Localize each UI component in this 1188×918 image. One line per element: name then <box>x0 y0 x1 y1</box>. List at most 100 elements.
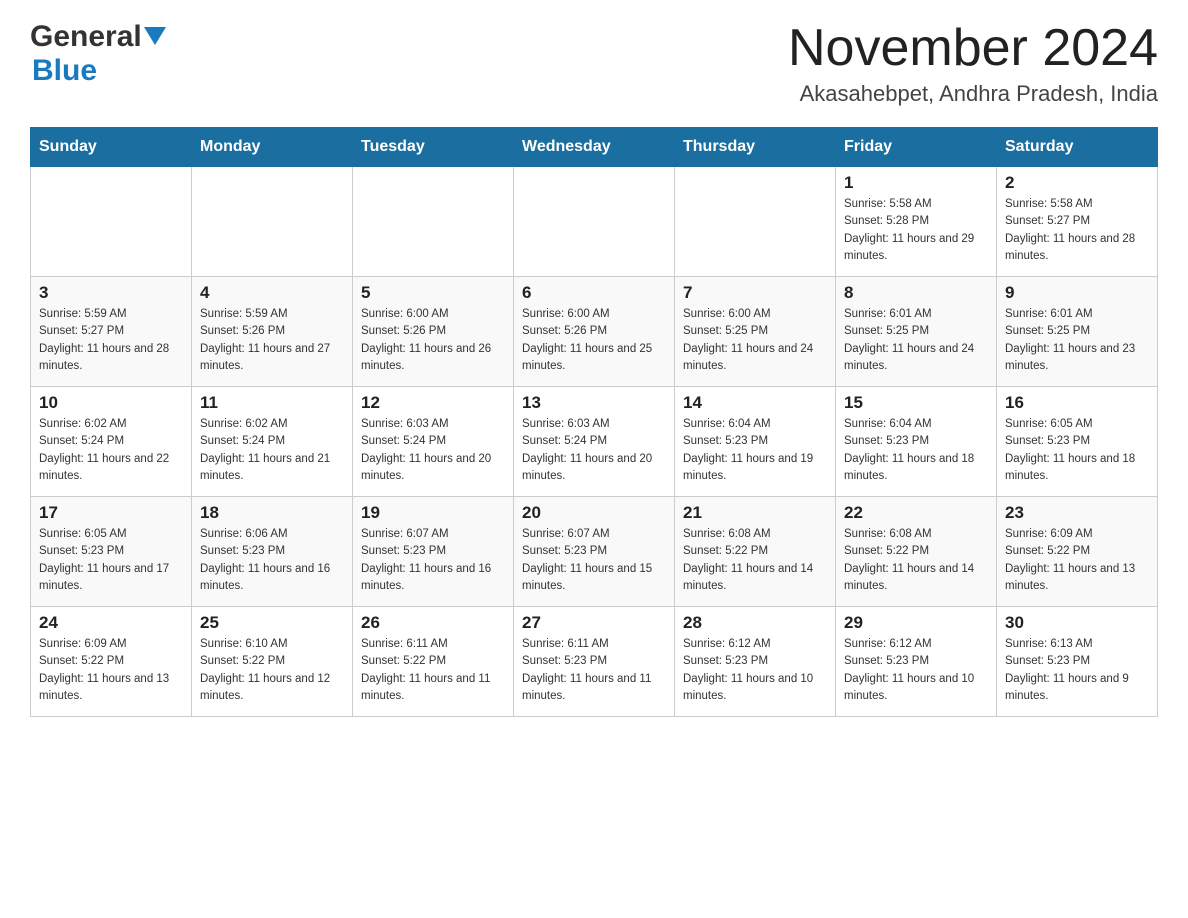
day-number: 29 <box>844 613 988 633</box>
day-info: Sunrise: 5:58 AMSunset: 5:28 PMDaylight:… <box>844 196 988 265</box>
day-info: Sunrise: 6:12 AMSunset: 5:23 PMDaylight:… <box>844 636 988 705</box>
calendar-cell: 30Sunrise: 6:13 AMSunset: 5:23 PMDayligh… <box>997 607 1158 717</box>
day-info: Sunrise: 6:09 AMSunset: 5:22 PMDaylight:… <box>39 636 183 705</box>
day-number: 5 <box>361 283 505 303</box>
day-number: 18 <box>200 503 344 523</box>
day-info: Sunrise: 6:03 AMSunset: 5:24 PMDaylight:… <box>361 416 505 485</box>
location-subtitle: Akasahebpet, Andhra Pradesh, India <box>788 81 1158 107</box>
day-number: 10 <box>39 393 183 413</box>
calendar-cell <box>192 167 353 277</box>
calendar-day-header: Wednesday <box>514 128 675 167</box>
calendar-header-row: SundayMondayTuesdayWednesdayThursdayFrid… <box>31 128 1158 167</box>
day-info: Sunrise: 6:04 AMSunset: 5:23 PMDaylight:… <box>844 416 988 485</box>
calendar-week-row: 3 Sunrise: 5:59 AMSunset: 5:27 PMDaylight… <box>31 277 1158 387</box>
day-number: 6 <box>522 283 666 303</box>
day-info: Sunrise: 6:13 AMSunset: 5:23 PMDaylight:… <box>1005 636 1149 705</box>
calendar-cell <box>31 167 192 277</box>
day-info: Sunrise: 6:00 AMSunset: 5:26 PMDaylight:… <box>361 306 505 375</box>
day-info: Sunrise: 6:00 AMSunset: 5:26 PMDaylight:… <box>522 306 666 375</box>
calendar-cell: 7 Sunrise: 6:00 AMSunset: 5:25 PMDaylight… <box>675 277 836 387</box>
day-info: Sunrise: 6:02 AMSunset: 5:24 PMDaylight:… <box>200 416 344 485</box>
logo-blue: Blue <box>32 54 166 88</box>
calendar-cell: 4 Sunrise: 5:59 AMSunset: 5:26 PMDaylight… <box>192 277 353 387</box>
day-number: 16 <box>1005 393 1149 413</box>
logo-general: General <box>30 20 142 54</box>
logo: General Blue <box>30 20 166 88</box>
day-info: Sunrise: 5:59 AMSunset: 5:27 PMDaylight:… <box>39 306 183 375</box>
day-info: Sunrise: 6:05 AMSunset: 5:23 PMDaylight:… <box>39 526 183 595</box>
calendar-week-row: 10 Sunrise: 6:02 AMSunset: 5:24 PMDayligh… <box>31 387 1158 497</box>
calendar-cell: 8Sunrise: 6:01 AMSunset: 5:25 PMDaylight… <box>836 277 997 387</box>
calendar-day-header: Tuesday <box>353 128 514 167</box>
calendar-cell: 20Sunrise: 6:07 AMSunset: 5:23 PMDayligh… <box>514 497 675 607</box>
day-number: 2 <box>1005 173 1149 193</box>
day-info: Sunrise: 6:10 AMSunset: 5:22 PMDaylight:… <box>200 636 344 705</box>
day-number: 14 <box>683 393 827 413</box>
calendar-cell <box>675 167 836 277</box>
day-number: 22 <box>844 503 988 523</box>
calendar-cell: 17 Sunrise: 6:05 AMSunset: 5:23 PMDayligh… <box>31 497 192 607</box>
day-info: Sunrise: 6:11 AMSunset: 5:23 PMDaylight:… <box>522 636 666 705</box>
day-number: 12 <box>361 393 505 413</box>
day-number: 24 <box>39 613 183 633</box>
day-info: Sunrise: 6:03 AMSunset: 5:24 PMDaylight:… <box>522 416 666 485</box>
calendar-cell: 5 Sunrise: 6:00 AMSunset: 5:26 PMDaylight… <box>353 277 514 387</box>
day-info: Sunrise: 5:59 AMSunset: 5:26 PMDaylight:… <box>200 306 344 375</box>
day-number: 3 <box>39 283 183 303</box>
day-info: Sunrise: 6:01 AMSunset: 5:25 PMDaylight:… <box>844 306 988 375</box>
calendar-cell: 29 Sunrise: 6:12 AMSunset: 5:23 PMDayligh… <box>836 607 997 717</box>
day-number: 9 <box>1005 283 1149 303</box>
calendar-cell: 26 Sunrise: 6:11 AMSunset: 5:22 PMDayligh… <box>353 607 514 717</box>
day-number: 26 <box>361 613 505 633</box>
day-info: Sunrise: 6:05 AMSunset: 5:23 PMDaylight:… <box>1005 416 1149 485</box>
calendar-cell: 22 Sunrise: 6:08 AMSunset: 5:22 PMDayligh… <box>836 497 997 607</box>
day-number: 23 <box>1005 503 1149 523</box>
day-number: 13 <box>522 393 666 413</box>
day-info: Sunrise: 6:01 AMSunset: 5:25 PMDaylight:… <box>1005 306 1149 375</box>
logo-triangle-icon <box>144 27 166 49</box>
day-number: 19 <box>361 503 505 523</box>
day-info: Sunrise: 6:07 AMSunset: 5:23 PMDaylight:… <box>522 526 666 595</box>
calendar-week-row: 1Sunrise: 5:58 AMSunset: 5:28 PMDaylight… <box>31 167 1158 277</box>
calendar-day-header: Monday <box>192 128 353 167</box>
calendar-cell: 13 Sunrise: 6:03 AMSunset: 5:24 PMDayligh… <box>514 387 675 497</box>
calendar-cell: 18 Sunrise: 6:06 AMSunset: 5:23 PMDayligh… <box>192 497 353 607</box>
day-info: Sunrise: 6:09 AMSunset: 5:22 PMDaylight:… <box>1005 526 1149 595</box>
day-info: Sunrise: 6:08 AMSunset: 5:22 PMDaylight:… <box>683 526 827 595</box>
title-section: November 2024 Akasahebpet, Andhra Prades… <box>788 20 1158 107</box>
day-number: 25 <box>200 613 344 633</box>
day-number: 27 <box>522 613 666 633</box>
calendar-table: SundayMondayTuesdayWednesdayThursdayFrid… <box>30 127 1158 717</box>
day-info: Sunrise: 6:07 AMSunset: 5:23 PMDaylight:… <box>361 526 505 595</box>
day-number: 4 <box>200 283 344 303</box>
calendar-cell: 6 Sunrise: 6:00 AMSunset: 5:26 PMDaylight… <box>514 277 675 387</box>
calendar-day-header: Saturday <box>997 128 1158 167</box>
calendar-cell <box>353 167 514 277</box>
day-number: 17 <box>39 503 183 523</box>
month-title: November 2024 <box>788 20 1158 77</box>
day-info: Sunrise: 6:06 AMSunset: 5:23 PMDaylight:… <box>200 526 344 595</box>
day-number: 28 <box>683 613 827 633</box>
calendar-cell: 28Sunrise: 6:12 AMSunset: 5:23 PMDayligh… <box>675 607 836 717</box>
calendar-cell: 27 Sunrise: 6:11 AMSunset: 5:23 PMDayligh… <box>514 607 675 717</box>
calendar-cell: 14 Sunrise: 6:04 AMSunset: 5:23 PMDayligh… <box>675 387 836 497</box>
calendar-cell: 2Sunrise: 5:58 AMSunset: 5:27 PMDaylight… <box>997 167 1158 277</box>
day-info: Sunrise: 6:11 AMSunset: 5:22 PMDaylight:… <box>361 636 505 705</box>
calendar-cell: 21 Sunrise: 6:08 AMSunset: 5:22 PMDayligh… <box>675 497 836 607</box>
calendar-cell: 25 Sunrise: 6:10 AMSunset: 5:22 PMDayligh… <box>192 607 353 717</box>
page-header: General Blue November 2024 Akasahebpet, … <box>30 20 1158 107</box>
calendar-cell: 9 Sunrise: 6:01 AMSunset: 5:25 PMDaylight… <box>997 277 1158 387</box>
day-info: Sunrise: 6:02 AMSunset: 5:24 PMDaylight:… <box>39 416 183 485</box>
calendar-day-header: Sunday <box>31 128 192 167</box>
day-info: Sunrise: 6:04 AMSunset: 5:23 PMDaylight:… <box>683 416 827 485</box>
day-info: Sunrise: 6:08 AMSunset: 5:22 PMDaylight:… <box>844 526 988 595</box>
calendar-cell: 24 Sunrise: 6:09 AMSunset: 5:22 PMDayligh… <box>31 607 192 717</box>
calendar-cell: 19 Sunrise: 6:07 AMSunset: 5:23 PMDayligh… <box>353 497 514 607</box>
day-number: 21 <box>683 503 827 523</box>
day-info: Sunrise: 6:00 AMSunset: 5:25 PMDaylight:… <box>683 306 827 375</box>
calendar-cell: 3 Sunrise: 5:59 AMSunset: 5:27 PMDaylight… <box>31 277 192 387</box>
day-number: 7 <box>683 283 827 303</box>
calendar-cell: 15 Sunrise: 6:04 AMSunset: 5:23 PMDayligh… <box>836 387 997 497</box>
calendar-week-row: 17 Sunrise: 6:05 AMSunset: 5:23 PMDayligh… <box>31 497 1158 607</box>
day-number: 15 <box>844 393 988 413</box>
